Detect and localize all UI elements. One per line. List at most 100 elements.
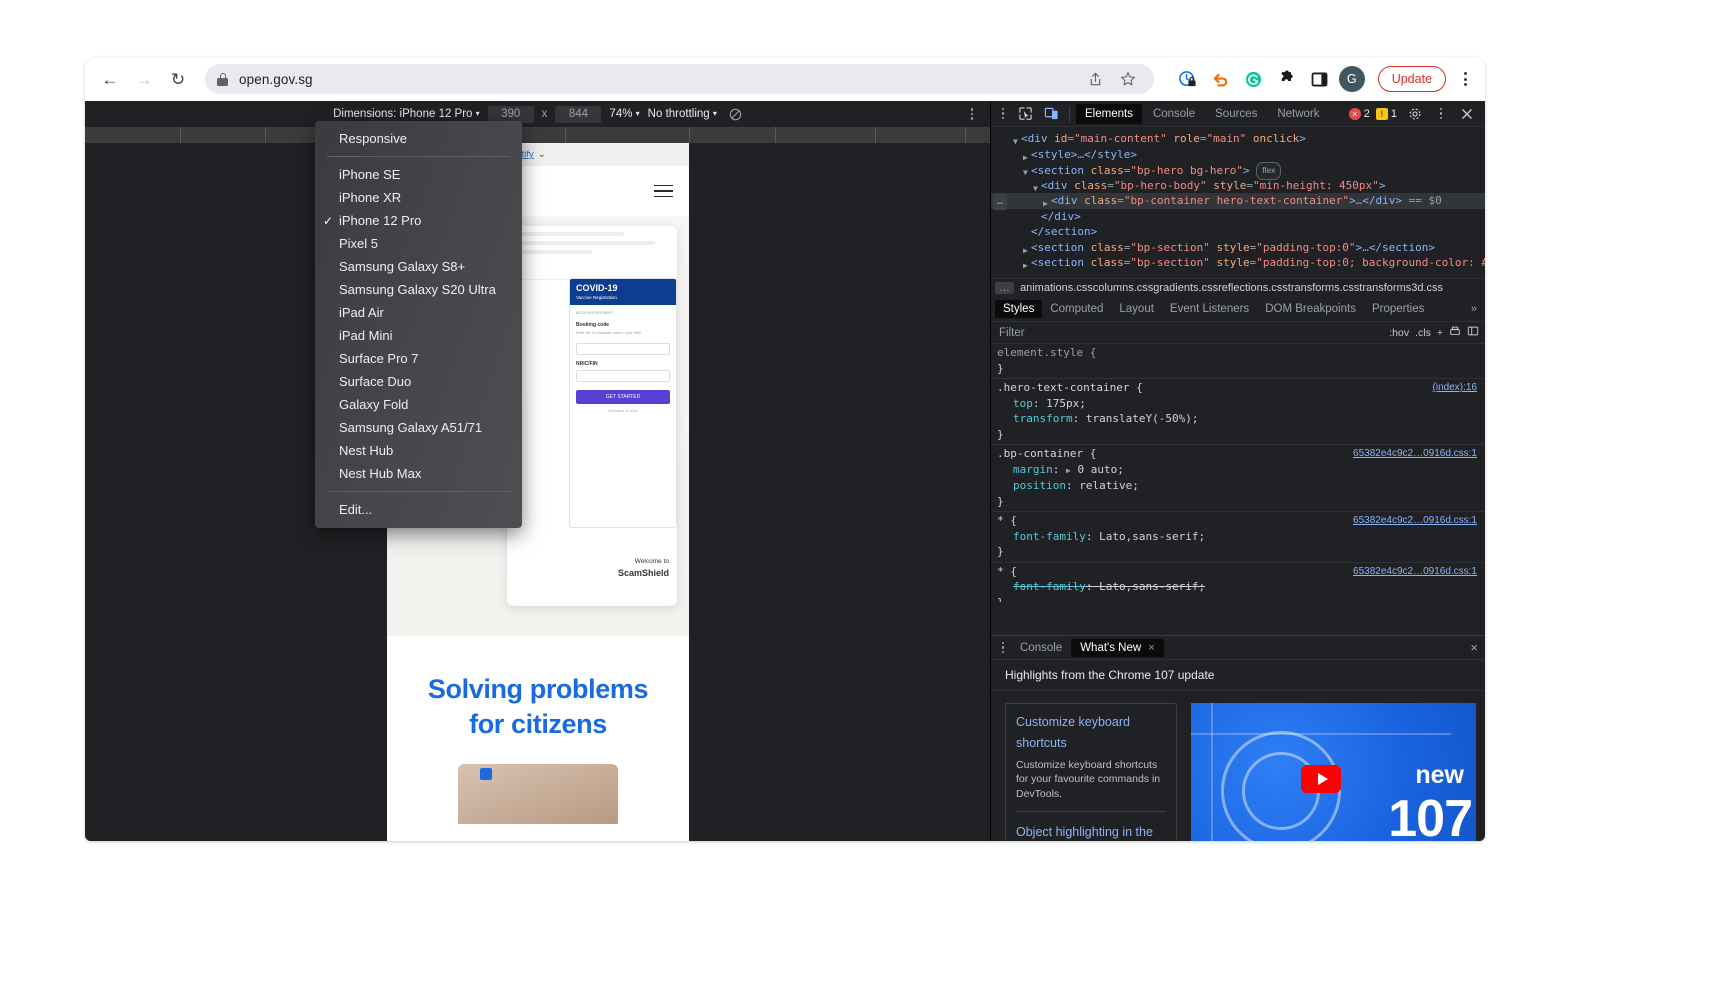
css-source-link[interactable]: (index):16 xyxy=(1433,380,1477,396)
styles-more-tabs-icon[interactable]: » xyxy=(1471,303,1485,315)
css-declaration[interactable]: top: 175px; xyxy=(997,396,1485,412)
breadcrumb[interactable]: … animations.csscolumns.cssgradients.css… xyxy=(991,278,1485,297)
whats-new-link[interactable]: Customize keyboard xyxy=(1016,712,1166,733)
side-panel-icon[interactable] xyxy=(1306,65,1334,93)
css-declaration[interactable]: transform: translateY(-50%); xyxy=(997,411,1485,427)
undo-icon[interactable] xyxy=(1207,65,1235,93)
hov-button[interactable]: :hov xyxy=(1389,327,1409,339)
tab-dom-breakpoints[interactable]: DOM Breakpoints xyxy=(1257,300,1364,318)
close-icon[interactable] xyxy=(1455,103,1479,125)
dom-line[interactable]: ▶ <section class="bp-section" style="padd… xyxy=(991,240,1485,256)
update-button[interactable]: Update xyxy=(1377,66,1446,92)
throttling-dropdown[interactable]: No throttling ▾ xyxy=(648,108,717,120)
tab-sources[interactable]: Sources xyxy=(1206,104,1266,124)
inspect-element-icon[interactable] xyxy=(1013,103,1037,125)
css-rule[interactable]: element.style { } xyxy=(991,344,1485,379)
dom-line[interactable]: ▶ <style>…</style> xyxy=(991,147,1485,163)
styles-rules-pane[interactable]: element.style { } (index):16 .hero-text-… xyxy=(991,344,1485,602)
css-source-link[interactable]: 65382e4c9c2…0916d.css:1 xyxy=(1353,513,1477,529)
expand-shorthand-icon[interactable]: ▶ xyxy=(1066,466,1071,475)
css-value[interactable]: translateY(-50%); xyxy=(1086,412,1199,425)
tab-styles[interactable]: Styles xyxy=(995,300,1043,318)
tab-computed[interactable]: Computed xyxy=(1042,300,1111,318)
dom-line[interactable]: ▼ <div id="main-content" role="main" oncl… xyxy=(991,131,1485,147)
drawer-tab-close-icon[interactable]: × xyxy=(1148,642,1154,654)
whats-new-link[interactable]: Object highlighting in the xyxy=(1016,822,1166,841)
menu-item-pixel-5[interactable]: Pixel 5 xyxy=(315,232,522,255)
hamburger-menu-icon[interactable] xyxy=(654,184,673,198)
dom-line[interactable]: ▶ <section class="bp-section" style="padd… xyxy=(991,255,1485,271)
menu-item-ipad-air[interactable]: iPad Air xyxy=(315,301,522,324)
menu-item-galaxy-fold[interactable]: Galaxy Fold xyxy=(315,393,522,416)
play-button-icon[interactable] xyxy=(1301,765,1341,793)
grammarly-icon[interactable] xyxy=(1240,65,1268,93)
menu-item-responsive[interactable]: Responsive xyxy=(315,127,522,150)
menu-item-samsung-galaxy-s20-ultra[interactable]: Samsung Galaxy S20 Ultra xyxy=(315,278,522,301)
menu-item-iphone-12-pro[interactable]: ✓ iPhone 12 Pro xyxy=(315,209,522,232)
share-icon[interactable] xyxy=(1082,65,1110,93)
drawer-menu-icon[interactable] xyxy=(995,638,1011,658)
address-bar[interactable]: open.gov.sg xyxy=(205,64,1154,94)
css-rule[interactable]: 65382e4c9c2…0916d.css:1 * { font-family:… xyxy=(991,563,1485,603)
css-declaration[interactable]: position: relative; xyxy=(997,478,1485,494)
reload-icon[interactable]: ↻ xyxy=(163,64,193,94)
covid-code-input[interactable] xyxy=(576,342,670,355)
css-value[interactable]: 0 auto; xyxy=(1077,463,1123,476)
menu-item-iphone-xr[interactable]: iPhone XR xyxy=(315,186,522,209)
dom-line[interactable]: </div> xyxy=(991,209,1485,225)
expand-arrow-icon[interactable]: ▶ xyxy=(1023,258,1028,274)
css-value[interactable]: Lato,sans-serif; xyxy=(1099,580,1205,593)
menu-item-surface-pro-7[interactable]: Surface Pro 7 xyxy=(315,347,522,370)
whats-new-link-cont[interactable]: shortcuts xyxy=(1016,733,1166,754)
zoom-dropdown[interactable]: 74% ▾ xyxy=(609,108,639,120)
drawer-tab-whats-new[interactable]: What's New × xyxy=(1071,638,1164,657)
print-media-icon[interactable] xyxy=(1449,325,1461,340)
dimensions-dropdown[interactable]: Dimensions: iPhone 12 Pro ▾ xyxy=(333,108,480,120)
star-icon[interactable] xyxy=(1114,65,1142,93)
device-toolbar-icon[interactable] xyxy=(1039,103,1063,125)
css-declaration[interactable]: font-family: Lato,sans-serif; xyxy=(997,529,1485,545)
css-source-link[interactable]: 65382e4c9c2…0916d.css:1 xyxy=(1353,564,1477,580)
height-input[interactable]: 844 xyxy=(555,105,602,123)
width-input[interactable]: 390 xyxy=(487,105,534,123)
whats-new-video-thumbnail[interactable]: new 107 xyxy=(1191,703,1476,841)
css-selector[interactable]: .hero-text-container { xyxy=(997,380,1485,396)
css-rule[interactable]: (index):16 .hero-text-container { top: 1… xyxy=(991,379,1485,445)
css-value[interactable]: 175px; xyxy=(1046,397,1086,410)
css-property[interactable]: font-family xyxy=(997,530,1086,543)
devtools-overflow-icon[interactable] xyxy=(1433,104,1449,124)
tab-event-listeners[interactable]: Event Listeners xyxy=(1162,300,1257,318)
menu-item-samsung-galaxy-s8-plus[interactable]: Samsung Galaxy S8+ xyxy=(315,255,522,278)
tab-network[interactable]: Network xyxy=(1268,104,1328,124)
drawer-tab-console[interactable]: Console xyxy=(1011,639,1071,657)
dom-line-selected[interactable]: … ▶ <div class="bp-container hero-text-con… xyxy=(991,193,1485,210)
no-rotate-icon[interactable] xyxy=(729,108,742,121)
warning-badge[interactable]: ! 1 xyxy=(1375,107,1397,120)
dom-line[interactable]: </section> xyxy=(991,224,1485,240)
tab-layout[interactable]: Layout xyxy=(1111,300,1162,318)
css-rule[interactable]: 65382e4c9c2…0916d.css:1 * { font-family:… xyxy=(991,512,1485,563)
css-property[interactable]: font-family xyxy=(997,580,1086,593)
dom-line[interactable]: ▼ <section class="bp-hero bg-hero"> flex xyxy=(991,162,1485,180)
dom-line[interactable]: ▼ <div class="bp-hero-body" style="min-he… xyxy=(991,178,1485,194)
tab-properties[interactable]: Properties xyxy=(1364,300,1432,318)
covid-get-started-button[interactable]: GET STARTED xyxy=(576,389,670,404)
clock-lock-icon[interactable] xyxy=(1174,65,1202,93)
kebab-menu-icon[interactable] xyxy=(1455,65,1475,93)
devtools-more-icon[interactable] xyxy=(995,104,1011,124)
tab-console[interactable]: Console xyxy=(1144,104,1204,124)
menu-item-ipad-mini[interactable]: iPad Mini xyxy=(315,324,522,347)
device-selector-menu[interactable]: Responsive iPhone SE iPhone XR ✓ iPhone … xyxy=(315,121,522,528)
cls-button[interactable]: .cls xyxy=(1415,327,1431,339)
tab-elements[interactable]: Elements xyxy=(1076,103,1142,124)
css-property[interactable]: top xyxy=(997,397,1033,410)
css-property[interactable]: margin xyxy=(997,463,1053,476)
css-source-link[interactable]: 65382e4c9c2…0916d.css:1 xyxy=(1353,446,1477,462)
forward-arrow-icon[interactable]: → xyxy=(129,64,159,94)
css-rule[interactable]: 65382e4c9c2…0916d.css:1 .bp-container { … xyxy=(991,445,1485,512)
back-arrow-icon[interactable]: ← xyxy=(95,64,125,94)
menu-item-iphone-se[interactable]: iPhone SE xyxy=(315,163,522,186)
menu-item-nest-hub-max[interactable]: Nest Hub Max xyxy=(315,462,522,485)
css-declaration[interactable]: margin: ▶ 0 auto; xyxy=(997,462,1485,479)
breadcrumb-ellipsis[interactable]: … xyxy=(995,282,1014,294)
